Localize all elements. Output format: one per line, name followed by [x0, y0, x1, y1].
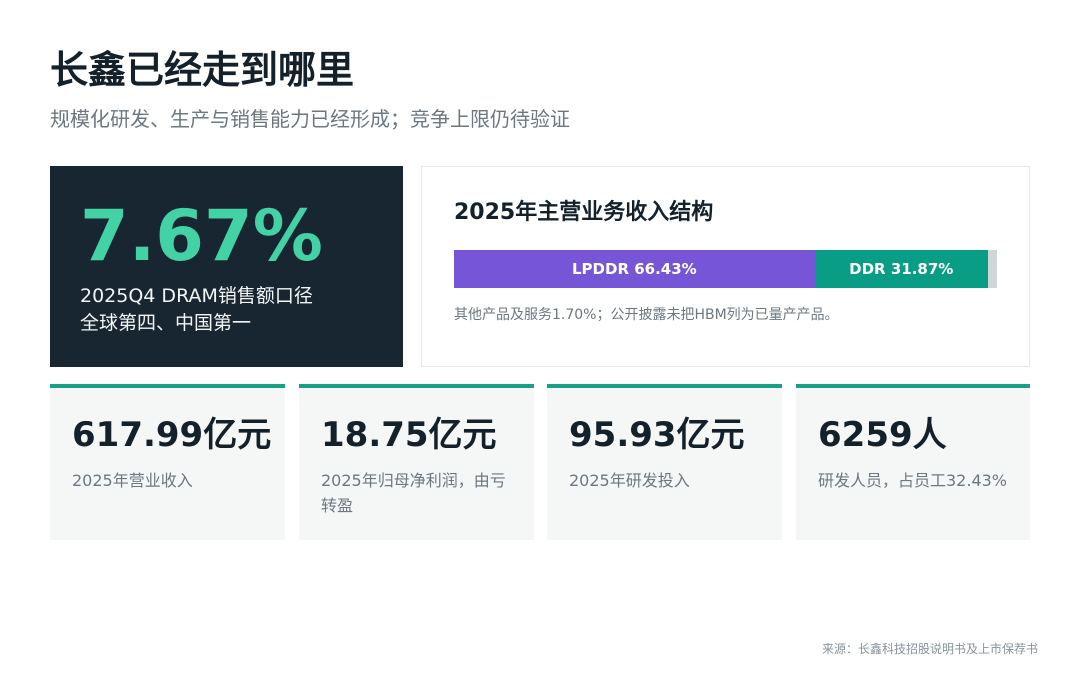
market-share-description-line-2: 全球第四、中国第一: [80, 312, 252, 334]
metric-label: 研发人员，占员工32.43%: [818, 471, 1008, 490]
metric-value: 95.93亿元: [569, 415, 745, 455]
metric-card-revenue: 617.99亿元 2025年营业收入: [50, 384, 285, 540]
metric-label: 2025年营业收入: [72, 471, 193, 490]
market-share-card: 7.67% 2025Q4 DRAM销售额口径 全球第四、中国第一: [50, 166, 403, 367]
metric-card-rd-staff: 6259人 研发人员，占员工32.43%: [796, 384, 1030, 540]
metric-card-rd-investment: 95.93亿元 2025年研发投入: [547, 384, 782, 540]
metric-value: 617.99亿元: [72, 415, 272, 455]
lpddr-segment: LPDDR 66.43%: [454, 250, 815, 288]
slide: 长鑫已经走到哪里 规模化研发、生产与销售能力已经形成；竞争上限仍待验证 7.67…: [0, 0, 1080, 680]
market-share-description-line-1: 2025Q4 DRAM销售额口径: [80, 285, 313, 307]
revenue-structure-title: 2025年主营业务收入结构: [454, 200, 714, 225]
page-title: 长鑫已经走到哪里: [50, 48, 355, 92]
revenue-structure-bar: LPDDR 66.43% DDR 31.87%: [454, 250, 997, 288]
market-share-value: 7.67%: [80, 195, 323, 277]
source-note: 来源：长鑫科技招股说明书及上市保荐书: [821, 642, 1038, 656]
ddr-segment: DDR 31.87%: [814, 250, 988, 288]
page-subtitle: 规模化研发、生产与销售能力已经形成；竞争上限仍待验证: [50, 107, 570, 131]
metric-label: 2025年归母净利润，由亏转盈: [321, 471, 506, 515]
market-share-description: 2025Q4 DRAM销售额口径 全球第四、中国第一: [80, 283, 313, 337]
revenue-structure-card: 2025年主营业务收入结构 LPDDR 66.43% DDR 31.87% 其他…: [421, 166, 1030, 367]
revenue-structure-note: 其他产品及服务1.70%；公开披露未把HBM列为已量产产品。: [454, 307, 839, 323]
metric-value: 18.75亿元: [321, 415, 497, 455]
metric-card-net-profit: 18.75亿元 2025年归母净利润，由亏转盈: [299, 384, 534, 540]
metric-label: 2025年研发投入: [569, 471, 690, 490]
other-products-segment: [987, 250, 997, 288]
metric-value: 6259人: [818, 415, 947, 455]
